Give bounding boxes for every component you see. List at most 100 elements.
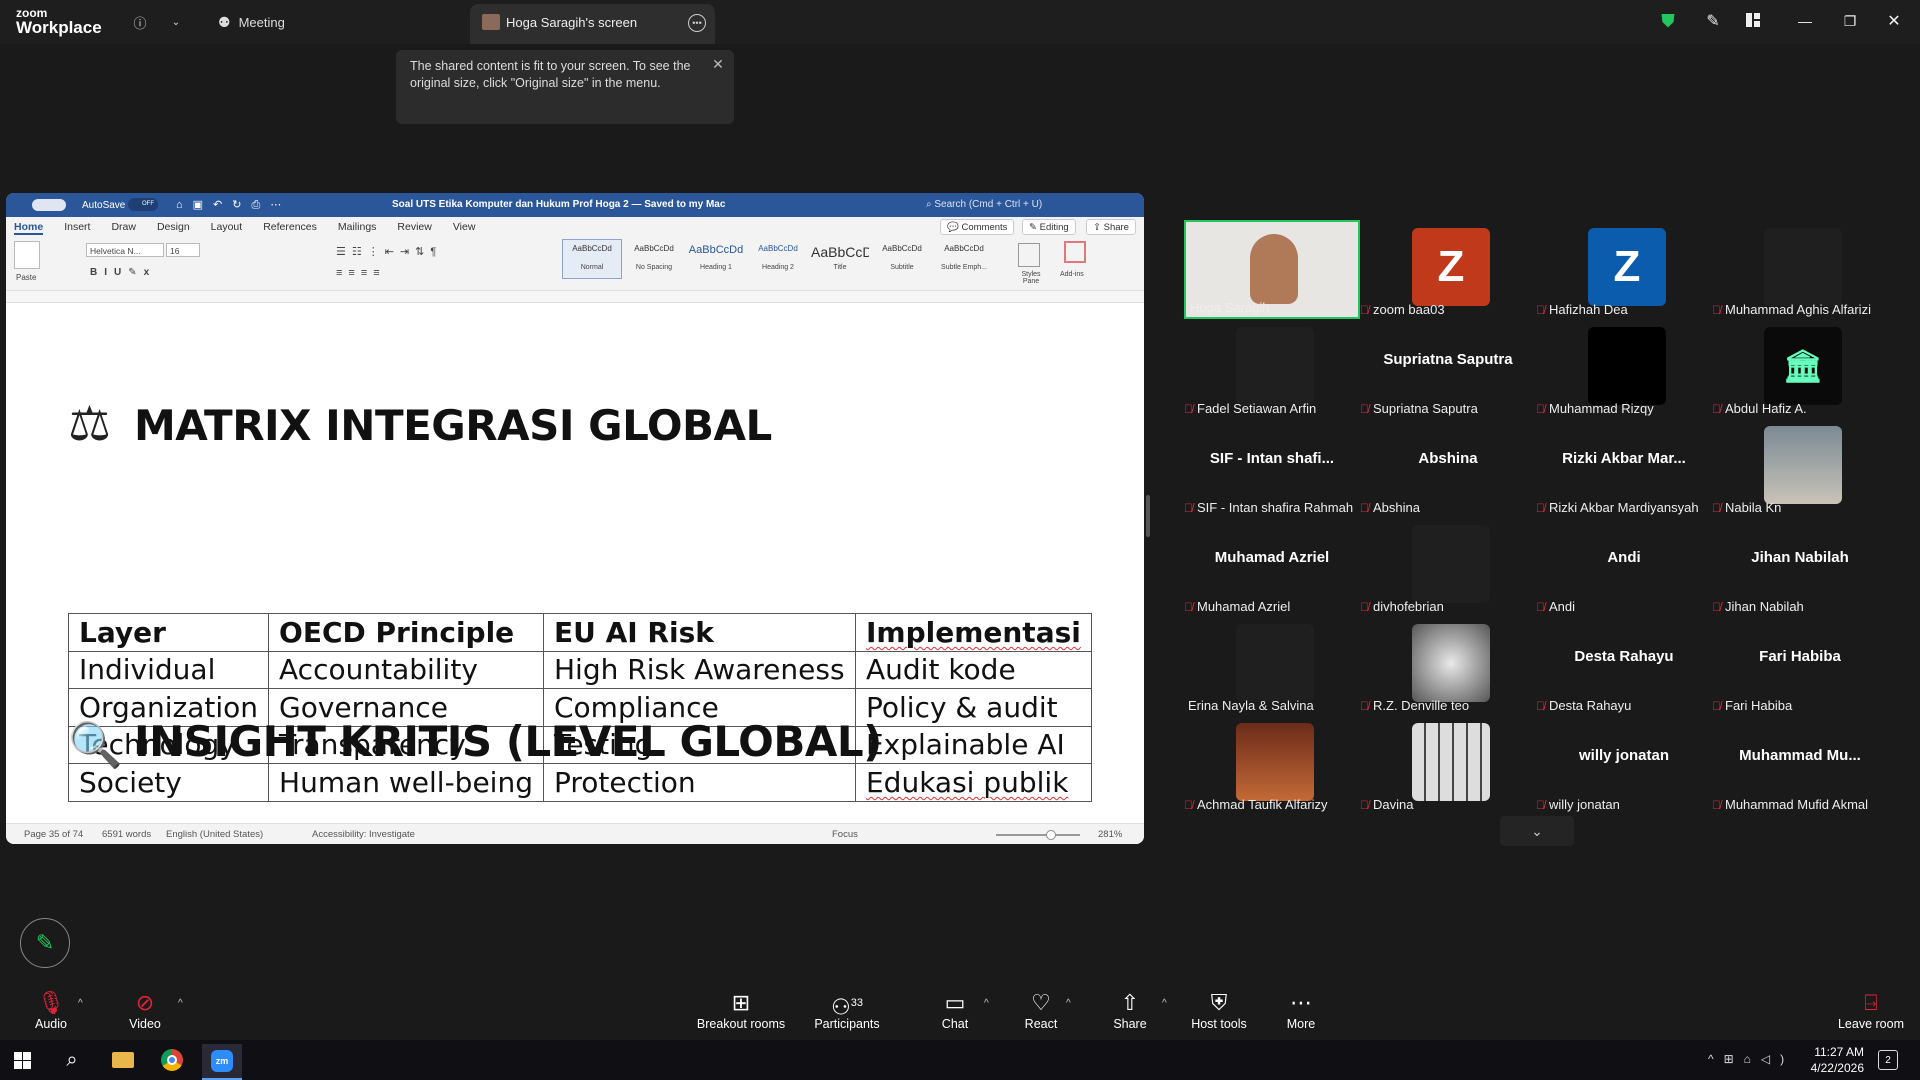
tab-mailings[interactable]: Mailings bbox=[338, 221, 377, 235]
styles-pane-icon[interactable] bbox=[1018, 243, 1040, 267]
style-title[interactable]: AaBbCcDd Title bbox=[810, 239, 870, 279]
style-heading-2[interactable]: AaBbCcDd Heading 2 bbox=[748, 239, 808, 279]
chat-button[interactable]: ▭ Chat bbox=[910, 980, 1000, 1040]
participant-tile[interactable]: 🎙̸ Muhammad Aghis Alfarizi bbox=[1712, 220, 1888, 319]
tab-review[interactable]: Review bbox=[397, 221, 431, 235]
style-subtitle[interactable]: AaBbCcDd Subtitle bbox=[872, 239, 932, 279]
style-subtle-emph-[interactable]: AaBbCcDd Subtle Emph... bbox=[934, 239, 994, 279]
participant-tile[interactable]: willy jonatan 🎙̸ willy jonatan bbox=[1536, 715, 1712, 814]
minimize-icon[interactable]: — bbox=[1795, 10, 1815, 32]
quick-access-icons[interactable]: ⌂▣↶↻⎙⋯ bbox=[176, 198, 291, 212]
chat-options-caret[interactable]: ^ bbox=[984, 998, 989, 1009]
participant-tile[interactable]: Andi 🎙̸ Andi bbox=[1536, 517, 1712, 616]
system-tray-icons[interactable]: ^⊞⌂◁) bbox=[1708, 1052, 1794, 1066]
share-screen-button[interactable]: ⇧ Share bbox=[1085, 980, 1175, 1040]
notification-icon[interactable]: 2 bbox=[1878, 1050, 1898, 1070]
focus-button[interactable]: Focus bbox=[832, 829, 858, 840]
shield-check-icon[interactable]: ⛊ bbox=[1658, 10, 1678, 32]
addins-icon[interactable] bbox=[1064, 241, 1086, 263]
close-icon[interactable]: ✕ bbox=[710, 56, 726, 72]
participant-tile[interactable]: 🎙̸ Muhammad Rizqy bbox=[1536, 319, 1712, 418]
windows-start-icon[interactable] bbox=[14, 1052, 31, 1069]
participant-tile[interactable]: Supriatna Saputra 🎙̸ Supriatna Saputra bbox=[1360, 319, 1536, 418]
layout-icon[interactable] bbox=[1746, 13, 1760, 27]
participant-tile[interactable]: Z 🎙̸ zoom baa03 bbox=[1360, 220, 1536, 319]
zoom-level[interactable]: 281% bbox=[1098, 829, 1122, 840]
language-indicator[interactable]: English (United States) bbox=[166, 829, 263, 840]
info-icon[interactable]: ⓘ bbox=[130, 8, 150, 36]
participant-tile[interactable]: Desta Rahayu 🎙̸ Desta Rahayu bbox=[1536, 616, 1712, 715]
participant-tile[interactable]: Erina Nayla & Salvina bbox=[1184, 616, 1360, 715]
tab-references[interactable]: References bbox=[263, 221, 317, 235]
editing-button[interactable]: ✎ Editing bbox=[1022, 219, 1076, 235]
tab-design[interactable]: Design bbox=[157, 221, 190, 235]
clock[interactable]: 11:27 AM 4/22/2026 bbox=[1794, 1044, 1864, 1076]
participant-tile[interactable]: 🎙̸ divhofebrian bbox=[1360, 517, 1536, 616]
sidebar-toggle-icon[interactable] bbox=[32, 199, 66, 211]
tab-home[interactable]: Home bbox=[14, 221, 44, 235]
tab-view[interactable]: View bbox=[453, 221, 476, 235]
close-icon[interactable]: ✕ bbox=[1884, 10, 1904, 32]
list-buttons[interactable]: ☰☷⋮⇤⇥⇅¶ bbox=[336, 245, 442, 258]
chrome-icon[interactable] bbox=[161, 1049, 183, 1071]
word-count[interactable]: 6591 words bbox=[102, 829, 151, 840]
participant-tile[interactable]: 🎙̸ Nabila Kn bbox=[1712, 418, 1888, 517]
chevron-down-icon[interactable]: ⌄ bbox=[168, 8, 184, 36]
participant-tile[interactable]: 🎙̸ Davina bbox=[1360, 715, 1536, 814]
share-options-caret[interactable]: ^ bbox=[1162, 998, 1167, 1009]
breakout-rooms-button[interactable]: ⊞ Breakout rooms bbox=[686, 980, 796, 1040]
page-indicator[interactable]: Page 35 of 74 bbox=[24, 829, 83, 840]
meeting-button[interactable]: ⚉ Meeting bbox=[218, 8, 308, 36]
participant-tile[interactable]: Fari Habiba 🎙̸ Fari Habiba bbox=[1712, 616, 1888, 715]
participant-tile[interactable]: Jihan Nabilah 🎙̸ Jihan Nabilah bbox=[1712, 517, 1888, 616]
style-heading-1[interactable]: AaBbCcDd Heading 1 bbox=[686, 239, 746, 279]
leave-room-button[interactable]: ⍈ Leave room bbox=[1826, 980, 1916, 1040]
video-options-caret[interactable]: ^ bbox=[178, 998, 183, 1009]
audio-button[interactable]: 🎙 Audio bbox=[6, 980, 96, 1040]
participant-tile[interactable]: Rizki Akbar Mar... 🎙̸ Rizki Akbar Mardiyan… bbox=[1536, 418, 1712, 517]
react-button[interactable]: ♡ React bbox=[996, 980, 1086, 1040]
format-buttons[interactable]: BIU✎x bbox=[90, 267, 156, 278]
font-name-select[interactable]: Helvetica N... bbox=[86, 243, 164, 257]
annotate-pen-icon[interactable]: ✎ bbox=[1703, 10, 1723, 32]
annotate-pen-icon[interactable]: ✎ bbox=[20, 918, 70, 968]
accessibility-indicator[interactable]: Accessibility: Investigate bbox=[312, 829, 415, 840]
tab-draw[interactable]: Draw bbox=[111, 221, 136, 235]
participants-button[interactable]: ⚇33 Participants bbox=[802, 980, 892, 1040]
align-buttons[interactable]: ≡≡≡≡ bbox=[336, 267, 386, 279]
tab-insert[interactable]: Insert bbox=[64, 221, 90, 235]
zoom-taskbar-button[interactable]: zm bbox=[202, 1044, 242, 1080]
participant-tile[interactable]: 🎙̸ Achmad Taufik Alfarizy bbox=[1184, 715, 1360, 814]
style-normal[interactable]: AaBbCcDd Normal bbox=[562, 239, 622, 279]
file-explorer-icon[interactable] bbox=[112, 1052, 134, 1068]
participant-tile[interactable]: Muhammad Mu... 🎙̸ Muhammad Mufid Akmal bbox=[1712, 715, 1888, 814]
resize-handle[interactable] bbox=[1146, 495, 1150, 537]
participant-tile[interactable]: SIF - Intan shafi... 🎙̸ SIF - Intan shafir… bbox=[1184, 418, 1360, 517]
more-button[interactable]: ⋯ More bbox=[1256, 980, 1346, 1040]
participant-tile[interactable]: Hoga Saragih bbox=[1184, 220, 1360, 319]
react-options-caret[interactable]: ^ bbox=[1066, 998, 1071, 1009]
chevron-down-icon[interactable]: ⌄ bbox=[1500, 816, 1574, 846]
share-button[interactable]: ⇪ Share bbox=[1086, 219, 1136, 235]
participant-tile[interactable]: Z 🎙̸ Hafizhah Dea bbox=[1536, 220, 1712, 319]
style-no-spacing[interactable]: AaBbCcDd No Spacing bbox=[624, 239, 684, 279]
audio-options-caret[interactable]: ^ bbox=[78, 998, 83, 1009]
autosave-toggle[interactable]: OFF bbox=[128, 198, 158, 211]
video-button[interactable]: ⊘ Video bbox=[100, 980, 190, 1040]
participant-tile[interactable]: Muhamad Azriel 🎙̸ Muhamad Azriel bbox=[1184, 517, 1360, 616]
restore-icon[interactable]: ❐ bbox=[1840, 10, 1860, 32]
more-options-icon[interactable]: ••• bbox=[688, 14, 706, 32]
zoom-slider[interactable] bbox=[996, 830, 1080, 840]
font-size-select[interactable]: 16 bbox=[166, 243, 200, 257]
tab-layout[interactable]: Layout bbox=[211, 221, 243, 235]
ruler[interactable] bbox=[6, 291, 1144, 303]
paste-icon[interactable] bbox=[14, 241, 40, 269]
participant-tile[interactable]: 🏛 🎙̸ Abdul Hafiz A. bbox=[1712, 319, 1888, 418]
shared-screen-tab[interactable]: Hoga Saragih's screen ••• bbox=[470, 4, 715, 44]
document-page[interactable]: ⚖ MATRIX INTEGRASI GLOBAL Layer OECD Pri… bbox=[20, 305, 1130, 823]
participant-tile[interactable]: Abshina 🎙̸ Abshina bbox=[1360, 418, 1536, 517]
search-icon[interactable]: ⌕ bbox=[60, 1048, 84, 1072]
comments-button[interactable]: 💬 Comments bbox=[940, 219, 1015, 235]
participant-tile[interactable]: 🎙̸ Fadel Setiawan Arfin bbox=[1184, 319, 1360, 418]
participant-tile[interactable]: 🎙̸ R.Z. Denville teo bbox=[1360, 616, 1536, 715]
